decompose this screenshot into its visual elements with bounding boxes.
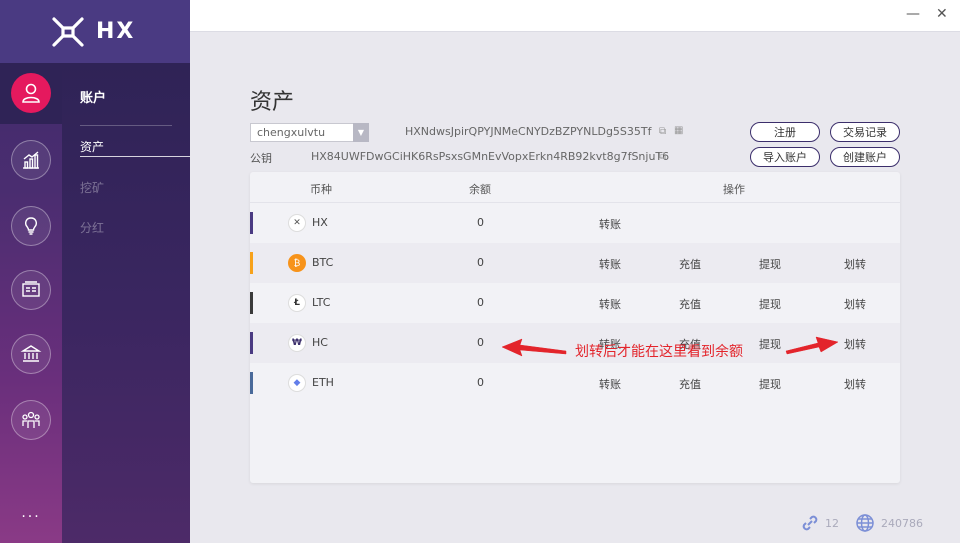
chart-icon	[23, 151, 39, 169]
coin-name: HX	[312, 216, 328, 229]
register-button[interactable]: 注册	[750, 122, 820, 142]
crosschain-transfer-button[interactable]: 划转	[844, 336, 866, 352]
coin-name: ETH	[312, 376, 334, 389]
window-titlebar: — ✕	[190, 0, 960, 32]
copy-pubkey-icon[interactable]: ⧉	[659, 151, 666, 162]
group-icon	[22, 411, 40, 428]
row-color-bar	[250, 212, 253, 234]
user-icon	[22, 83, 40, 103]
table-row: ✕ HX 0 转账	[250, 203, 900, 243]
coin-balance: 0	[477, 376, 484, 389]
row-color-bar	[250, 292, 253, 314]
app-logo: HX	[0, 0, 190, 63]
btc-coin-icon: ₿	[288, 254, 306, 272]
create-account-button[interactable]: 创建账户	[830, 147, 900, 167]
close-button[interactable]: ✕	[936, 6, 948, 22]
bank-icon	[20, 345, 42, 362]
rail-more-button[interactable]: ...	[0, 505, 62, 521]
crosschain-transfer-button[interactable]: 划转	[844, 256, 866, 272]
rail-account-button[interactable]	[11, 73, 51, 113]
eth-coin-icon: ◆	[288, 374, 306, 392]
subnav-active-underline	[80, 156, 190, 157]
id-card-icon	[22, 281, 40, 297]
table-header: 币种 余额 操作	[250, 172, 900, 203]
page-title: 资产	[250, 90, 295, 115]
rail-bank-button[interactable]	[11, 334, 51, 374]
table-row: ₿ BTC 0 转账 充值 提现 划转	[250, 243, 900, 283]
asset-table: 币种 余额 操作 ✕ HX 0 转账 ₿ BTC 0 转账 充值 提现 划转 Ł	[250, 172, 900, 483]
copy-address-icon[interactable]: ⧉	[659, 126, 666, 137]
minimize-button[interactable]: —	[906, 6, 920, 22]
hx-logo-icon	[52, 16, 84, 47]
header-balance: 余额	[469, 183, 491, 196]
header-coin: 币种	[310, 183, 332, 196]
main-content: 资产 chengxulvtu ▼ HXNdwsJpirQPYJNMeCNYDzB…	[190, 32, 960, 543]
ltc-coin-icon: Ł	[288, 294, 306, 312]
hx-coin-icon: ✕	[288, 214, 306, 232]
coin-balance: 0	[477, 296, 484, 309]
subnav-panel: 账户 资产 挖矿 分红	[62, 63, 190, 543]
rail-bulb-button[interactable]	[11, 206, 51, 246]
subnav-divider	[80, 125, 172, 126]
withdraw-button[interactable]: 提现	[759, 256, 781, 272]
subnav-item-mining[interactable]: 挖矿	[80, 179, 104, 196]
subnav-item-assets[interactable]: 资产	[80, 138, 104, 155]
table-row: Ł LTC 0 转账 充值 提现 划转	[250, 283, 900, 323]
coin-name: BTC	[312, 256, 334, 269]
block-height: 240786	[881, 517, 923, 530]
transfer-button[interactable]: 转账	[599, 296, 621, 312]
tx-history-button[interactable]: 交易记录	[830, 122, 900, 142]
coin-name: HC	[312, 336, 328, 349]
account-address: HXNdwsJpirQPYJNMeCNYDzBZPYNLDg5S35Tf	[405, 125, 652, 138]
rail-idcard-button[interactable]	[11, 270, 51, 310]
row-color-bar	[250, 332, 253, 354]
deposit-button[interactable]: 充值	[679, 296, 701, 312]
crosschain-transfer-button[interactable]: 划转	[844, 296, 866, 312]
subnav-title: 账户	[80, 91, 107, 106]
crosschain-transfer-button[interactable]: 划转	[844, 376, 866, 392]
link-icon	[802, 515, 818, 531]
annotation-text: 划转后才能在这里看到余额	[575, 344, 743, 360]
withdraw-button[interactable]: 提现	[759, 376, 781, 392]
header-actions: 操作	[723, 183, 745, 196]
withdraw-button[interactable]: 提现	[759, 336, 781, 352]
pubkey-value: HX84UWFDwGCiHK6RsPsxsGMnEvVopxErkn4RB92k…	[311, 150, 670, 163]
coin-balance: 0	[477, 216, 484, 229]
rail-chart-button[interactable]	[11, 140, 51, 180]
withdraw-button[interactable]: 提现	[759, 296, 781, 312]
qrcode-icon[interactable]: ▦	[674, 125, 683, 136]
bulb-icon	[25, 217, 37, 235]
coin-balance: 0	[477, 336, 484, 349]
transfer-button[interactable]: 转账	[599, 376, 621, 392]
coin-name: LTC	[312, 296, 331, 309]
deposit-button[interactable]: 充值	[679, 256, 701, 272]
import-account-button[interactable]: 导入账户	[750, 147, 820, 167]
rail-group-button[interactable]	[11, 400, 51, 440]
chevron-down-icon[interactable]: ▼	[353, 123, 369, 142]
row-color-bar	[250, 372, 253, 394]
row-color-bar	[250, 252, 253, 274]
coin-balance: 0	[477, 256, 484, 269]
deposit-button[interactable]: 充值	[679, 376, 701, 392]
hc-coin-icon: ₩	[288, 334, 306, 352]
globe-icon	[856, 514, 874, 532]
subnav-item-dividend[interactable]: 分红	[80, 219, 104, 236]
transfer-button[interactable]: 转账	[599, 256, 621, 272]
transfer-button[interactable]: 转账	[599, 216, 621, 232]
table-row: ◆ ETH 0 转账 充值 提现 划转	[250, 363, 900, 403]
connection-count: 12	[825, 517, 839, 530]
pubkey-label: 公钥	[250, 152, 272, 165]
account-select[interactable]: chengxulvtu	[250, 123, 369, 142]
app-name: HX	[96, 19, 136, 44]
